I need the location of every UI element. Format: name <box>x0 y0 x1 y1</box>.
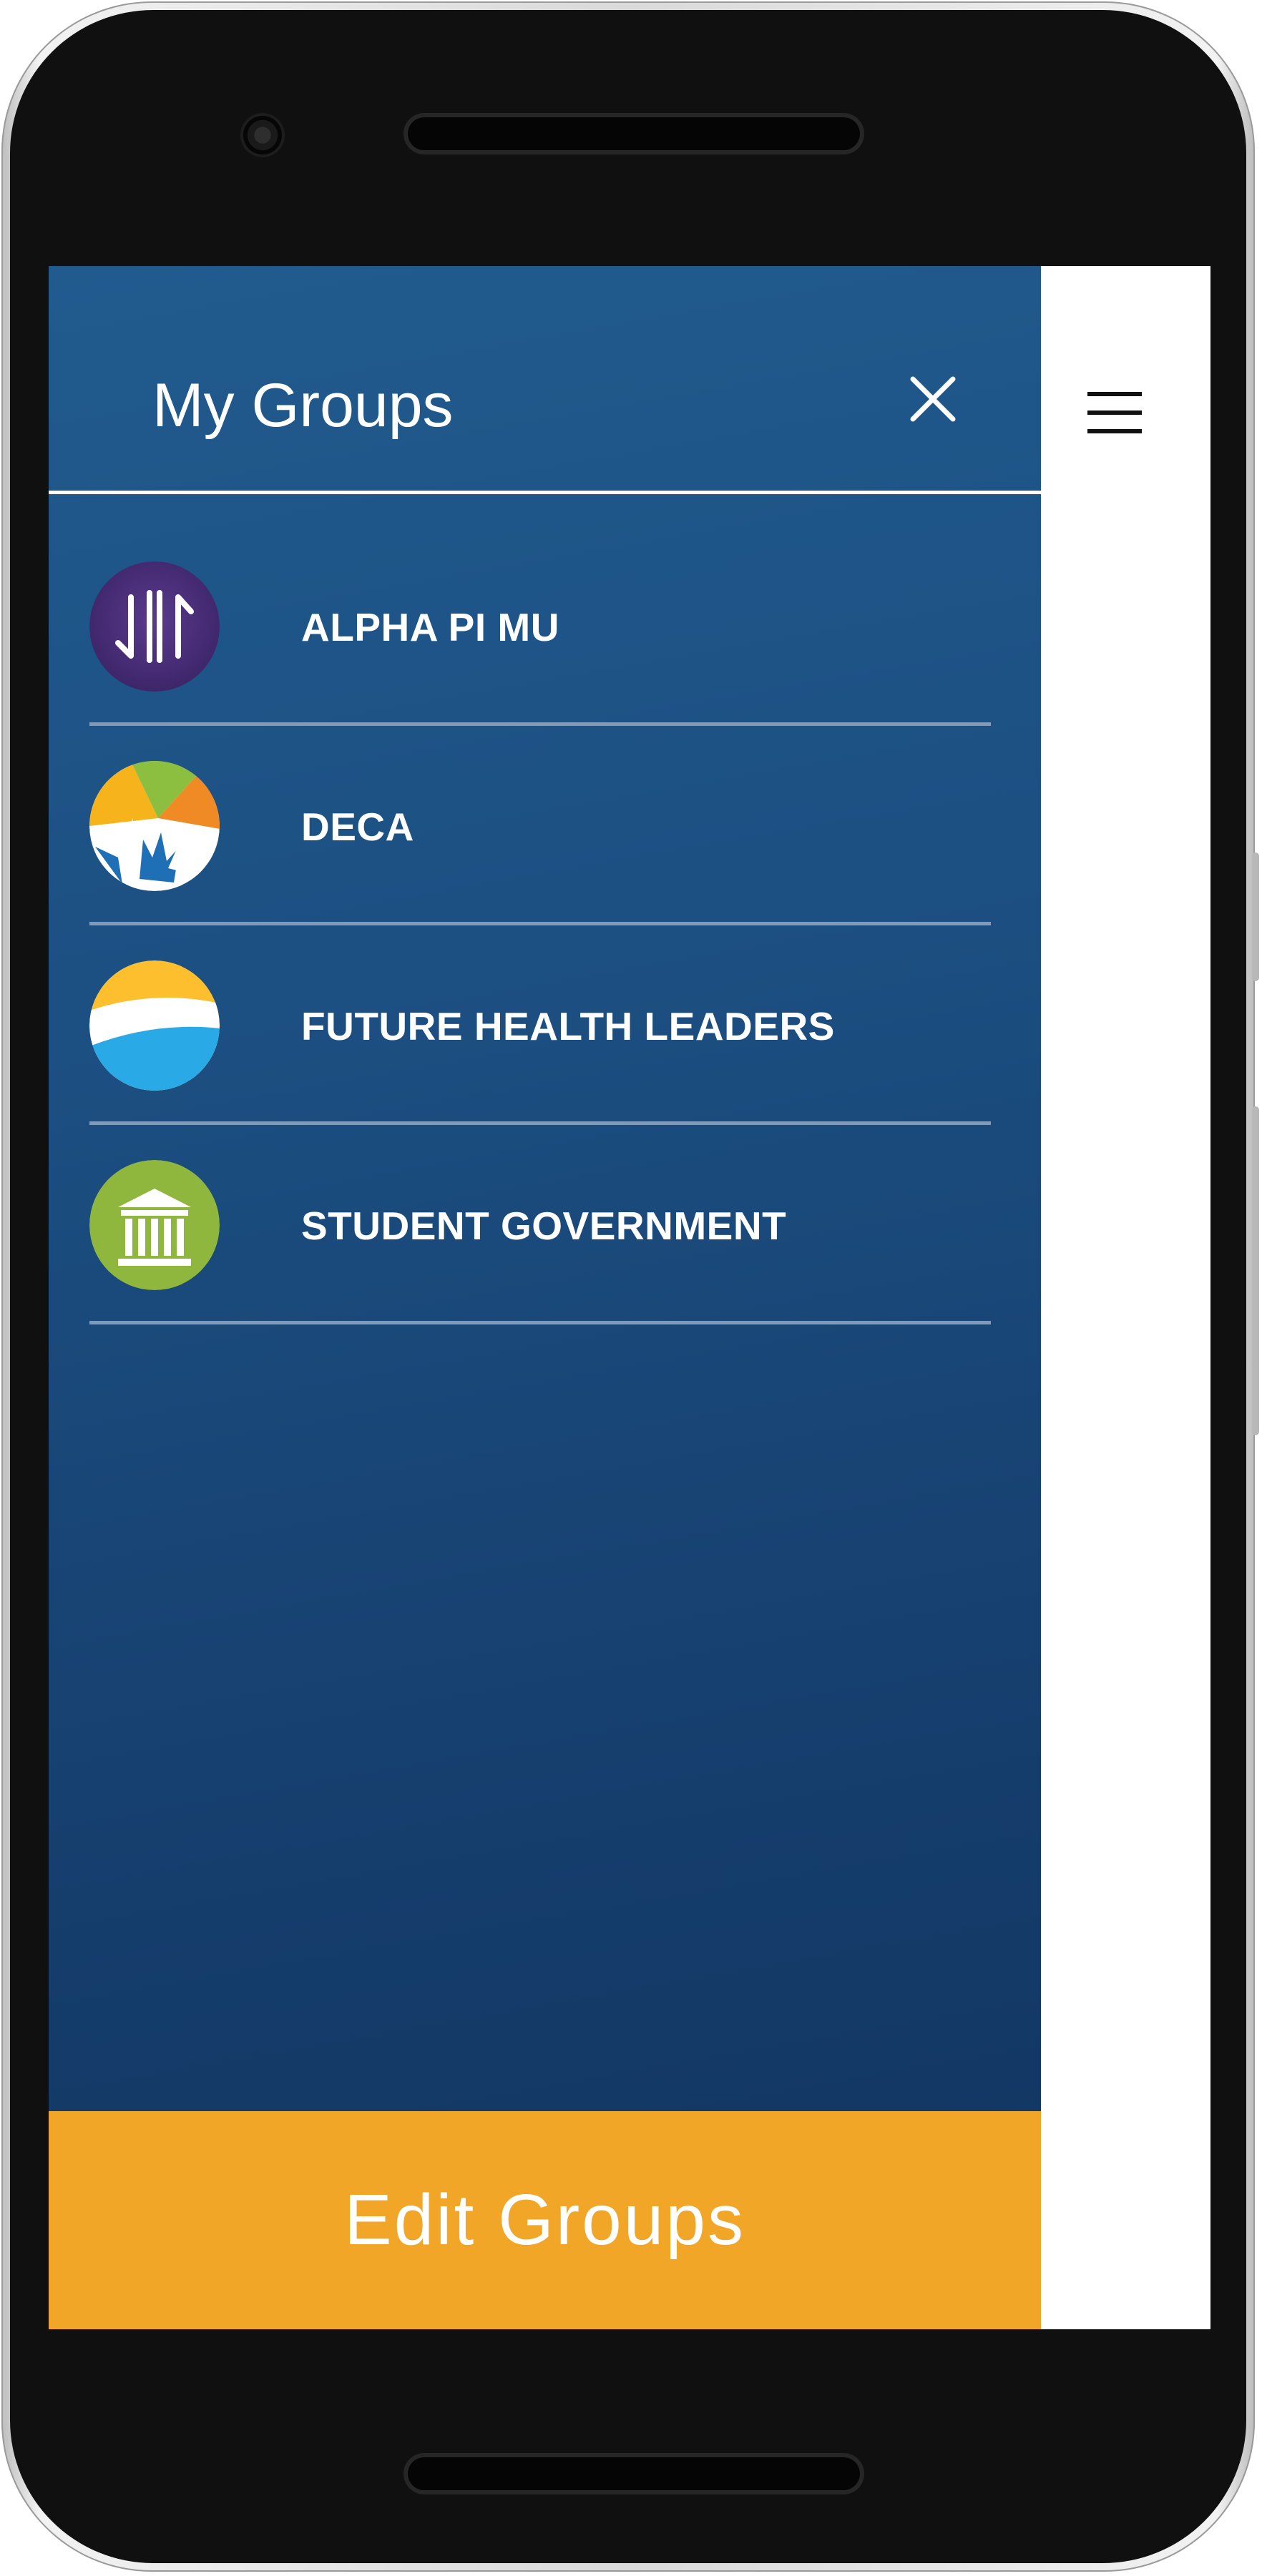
drawer-title: My Groups <box>152 371 454 440</box>
group-item-student-government[interactable]: STUDENT GOVERNMENT <box>89 1093 991 1324</box>
student-government-building-logo-icon <box>89 1160 220 1290</box>
app-screen: My Groups ALPHA PI MU DECA FUTURE HEALTH L… <box>49 266 1210 2329</box>
close-icon[interactable] <box>899 365 967 433</box>
edit-groups-button[interactable]: Edit Groups <box>49 2111 1041 2329</box>
top-speaker <box>408 117 860 150</box>
power-button <box>1252 852 1259 981</box>
alpha-pi-mu-logo-icon <box>89 561 220 692</box>
group-divider <box>89 1321 991 1324</box>
group-label: DECA <box>301 805 414 849</box>
groups-drawer: My Groups ALPHA PI MU DECA FUTURE HEALTH L… <box>49 266 1041 2329</box>
group-item-alpha-pi-mu[interactable]: ALPHA PI MU <box>89 494 991 726</box>
bottom-speaker <box>408 2457 860 2490</box>
group-item-deca[interactable]: DECA <box>89 694 991 925</box>
group-label: STUDENT GOVERNMENT <box>301 1204 787 1248</box>
deca-hands-logo-icon <box>89 761 220 891</box>
group-label: ALPHA PI MU <box>301 605 559 649</box>
group-label: FUTURE HEALTH LEADERS <box>301 1004 835 1048</box>
front-camera <box>243 116 282 154</box>
future-health-leaders-logo-icon <box>89 960 220 1091</box>
volume-button <box>1252 1106 1259 1435</box>
drawer-header: My Groups <box>49 266 1041 494</box>
hamburger-menu-icon[interactable] <box>1086 388 1143 438</box>
group-item-future-health-leaders[interactable]: FUTURE HEALTH LEADERS <box>89 893 991 1125</box>
